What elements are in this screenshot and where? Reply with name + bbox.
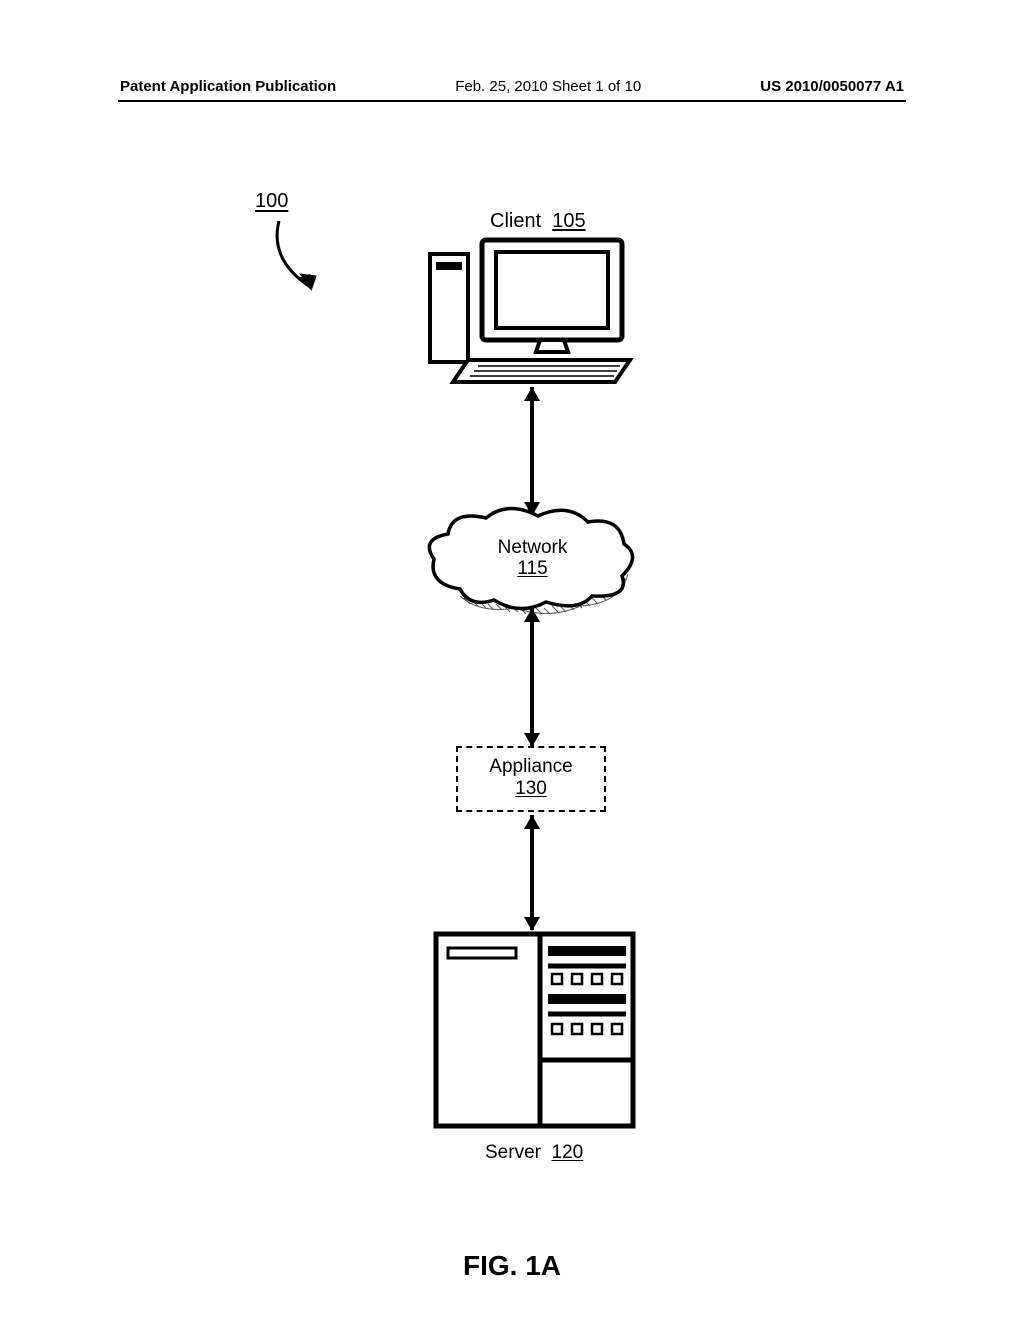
arrowhead-down-icon [524,733,540,747]
arrowhead-up-icon [524,608,540,622]
connector-appliance-server [530,815,534,930]
header-right: US 2010/0050077 A1 [760,78,904,95]
appliance-ref: 130 [515,778,547,799]
header-rule [118,100,906,102]
arrowhead-down-icon [524,917,540,931]
network-label-text: Network [498,537,568,558]
system-reference-number: 100 [255,190,288,213]
header-left: Patent Application Publication [120,78,336,95]
arrowhead-up-icon [524,815,540,829]
client-label: Client 105 [490,210,586,233]
server-icon [432,930,637,1130]
client-computer-icon [420,232,640,387]
network-cloud: Network 115 [420,504,645,619]
server-label-text: Server [485,1142,541,1163]
page-header: Patent Application Publication Feb. 25, … [120,78,904,95]
appliance-label-text: Appliance [489,756,572,777]
client-ref: 105 [552,210,585,232]
network-label: Network 115 [420,538,645,580]
connector-network-appliance [530,608,534,746]
network-ref: 115 [517,558,547,579]
connector-client-network [530,387,534,515]
server-label: Server 120 [485,1142,583,1164]
figure-caption: FIG. 1A [0,1250,1024,1282]
page: Patent Application Publication Feb. 25, … [0,0,1024,1320]
arrowhead-up-icon [524,387,540,401]
client-label-text: Client [490,210,541,232]
appliance-box: Appliance 130 [456,746,606,812]
server-ref: 120 [552,1142,584,1163]
header-center: Feb. 25, 2010 Sheet 1 of 10 [455,78,641,95]
reference-arrow-icon [264,216,334,306]
